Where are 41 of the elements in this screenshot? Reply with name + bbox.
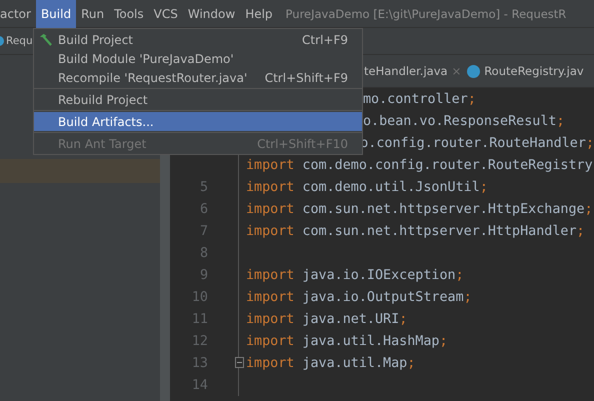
menu-item[interactable]: VCS	[148, 0, 183, 28]
code-line: import java.io.OutputStream;	[246, 290, 472, 304]
line-number: 11	[190, 312, 208, 326]
code-line: import java.util.Map;	[246, 356, 416, 370]
code-line: mo.controller;	[363, 92, 476, 106]
menu-item[interactable]: Tools	[109, 0, 149, 28]
menu-item[interactable]: Build Module 'PureJavaDemo'	[34, 49, 362, 68]
line-number: 8	[198, 246, 208, 260]
code-line: import java.util.HashMap;	[246, 334, 448, 348]
code-line: import com.demo.util.JsonUtil;	[246, 180, 488, 194]
menu-item[interactable]: Recompile 'RequestRouter.java' Ctrl+Shift+F9	[34, 68, 362, 87]
breadcrumb[interactable]: Requ	[6, 35, 33, 47]
line-number: 7	[198, 224, 208, 238]
line-number: 14	[190, 378, 208, 392]
window-title: PureJavaDemo [E:\git\PureJavaDemo] - RequestR	[286, 6, 566, 20]
menu-item[interactable]: Run	[76, 0, 110, 28]
line-number: 12	[190, 334, 208, 348]
line-number: 9	[198, 268, 208, 282]
code-line: import java.io.IOException;	[246, 268, 464, 282]
menu-item[interactable]: Build Project Ctrl+F9	[34, 30, 362, 49]
code-line: import java.net.URI;	[246, 312, 408, 326]
line-number: 13	[190, 356, 208, 370]
line-number: 6	[198, 202, 208, 216]
menu-item[interactable]: Build Artifacts...	[34, 112, 362, 131]
menu-item[interactable]: Build	[36, 0, 76, 28]
editor-tab[interactable]: teHandler.java ×	[364, 64, 462, 78]
menu-item[interactable]: actor	[0, 0, 36, 28]
class-icon	[467, 64, 480, 78]
code-line: import com.sun.net.httpserver.HttpExchange;	[246, 202, 593, 216]
code-line: import com.demo.config.router.RouteRegistry	[246, 158, 593, 172]
menu-item[interactable]: Help	[240, 0, 278, 28]
editor-tab[interactable]: RouteRegistry.jav	[467, 64, 584, 78]
hammer-icon	[38, 33, 53, 46]
code-line: import com.sun.net.httpserver.HttpHandler;	[246, 224, 585, 238]
fold-icon[interactable]	[235, 357, 244, 368]
menu-item[interactable]: Rebuild Project	[34, 90, 362, 109]
code-line: o.bean.vo.ResponseResult;	[363, 114, 565, 128]
line-number: 5	[198, 180, 208, 194]
code-line: o.config.router.RouteHandler;	[360, 136, 594, 150]
line-number: 10	[190, 290, 208, 304]
menu-item[interactable]: Window	[182, 0, 240, 28]
